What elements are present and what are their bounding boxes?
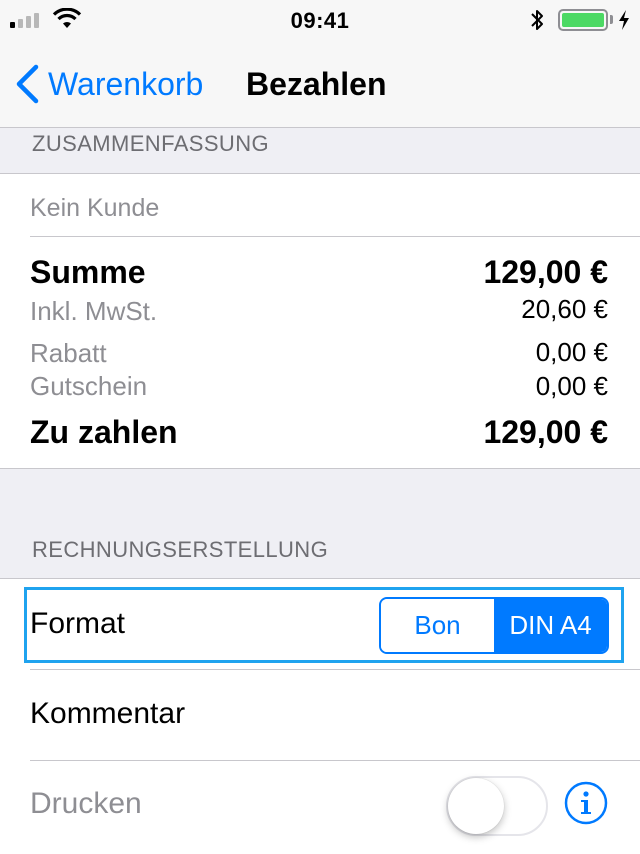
- amount-due-value: 129,00 €: [483, 414, 608, 450]
- divider: [30, 669, 640, 670]
- summary-card: Kein Kunde Summe 129,00 € Inkl. MwSt. 20…: [0, 173, 640, 469]
- battery-level: [562, 13, 604, 27]
- bluetooth-icon: [531, 10, 543, 30]
- customer-label[interactable]: Kein Kunde: [30, 194, 159, 223]
- navigation-bar: Warenkorb Bezahlen: [0, 40, 640, 128]
- chevron-left-icon: [16, 64, 39, 104]
- sum-value: 129,00 €: [483, 254, 608, 290]
- info-icon[interactable]: [564, 781, 608, 825]
- back-button[interactable]: Warenkorb: [14, 62, 203, 106]
- battery-icon: [558, 9, 608, 31]
- discount-value: 0,00 €: [535, 337, 608, 367]
- voucher-value: 0,00 €: [535, 371, 608, 401]
- back-button-label: Warenkorb: [48, 65, 204, 102]
- vat-label: Inkl. MwSt.: [30, 296, 158, 326]
- vat-value: 20,60 €: [521, 294, 608, 324]
- format-segmented-control[interactable]: Bon DIN A4: [379, 597, 609, 654]
- summary-section-header: ZUSAMMENFASSUNG: [32, 131, 270, 156]
- sum-label: Summe: [30, 254, 146, 290]
- invoice-section-header: RECHNUNGSERSTELLUNG: [32, 537, 329, 562]
- status-bar: 09:41: [0, 0, 640, 40]
- divider: [30, 236, 640, 237]
- divider: [30, 760, 640, 761]
- page-title: Bezahlen: [246, 66, 387, 102]
- comment-row[interactable]: Kommentar: [30, 697, 185, 731]
- format-option-din-a4[interactable]: DIN A4: [494, 599, 607, 652]
- voucher-label: Gutschein: [30, 371, 148, 401]
- battery-nub: [610, 15, 613, 24]
- toggle-knob: [448, 778, 504, 834]
- discount-label: Rabatt: [30, 338, 107, 368]
- amount-due-label: Zu zahlen: [30, 414, 178, 450]
- format-option-bon[interactable]: Bon: [381, 599, 494, 652]
- print-label: Drucken: [30, 787, 142, 820]
- charging-bolt-icon: [619, 10, 629, 30]
- print-toggle[interactable]: [446, 776, 548, 836]
